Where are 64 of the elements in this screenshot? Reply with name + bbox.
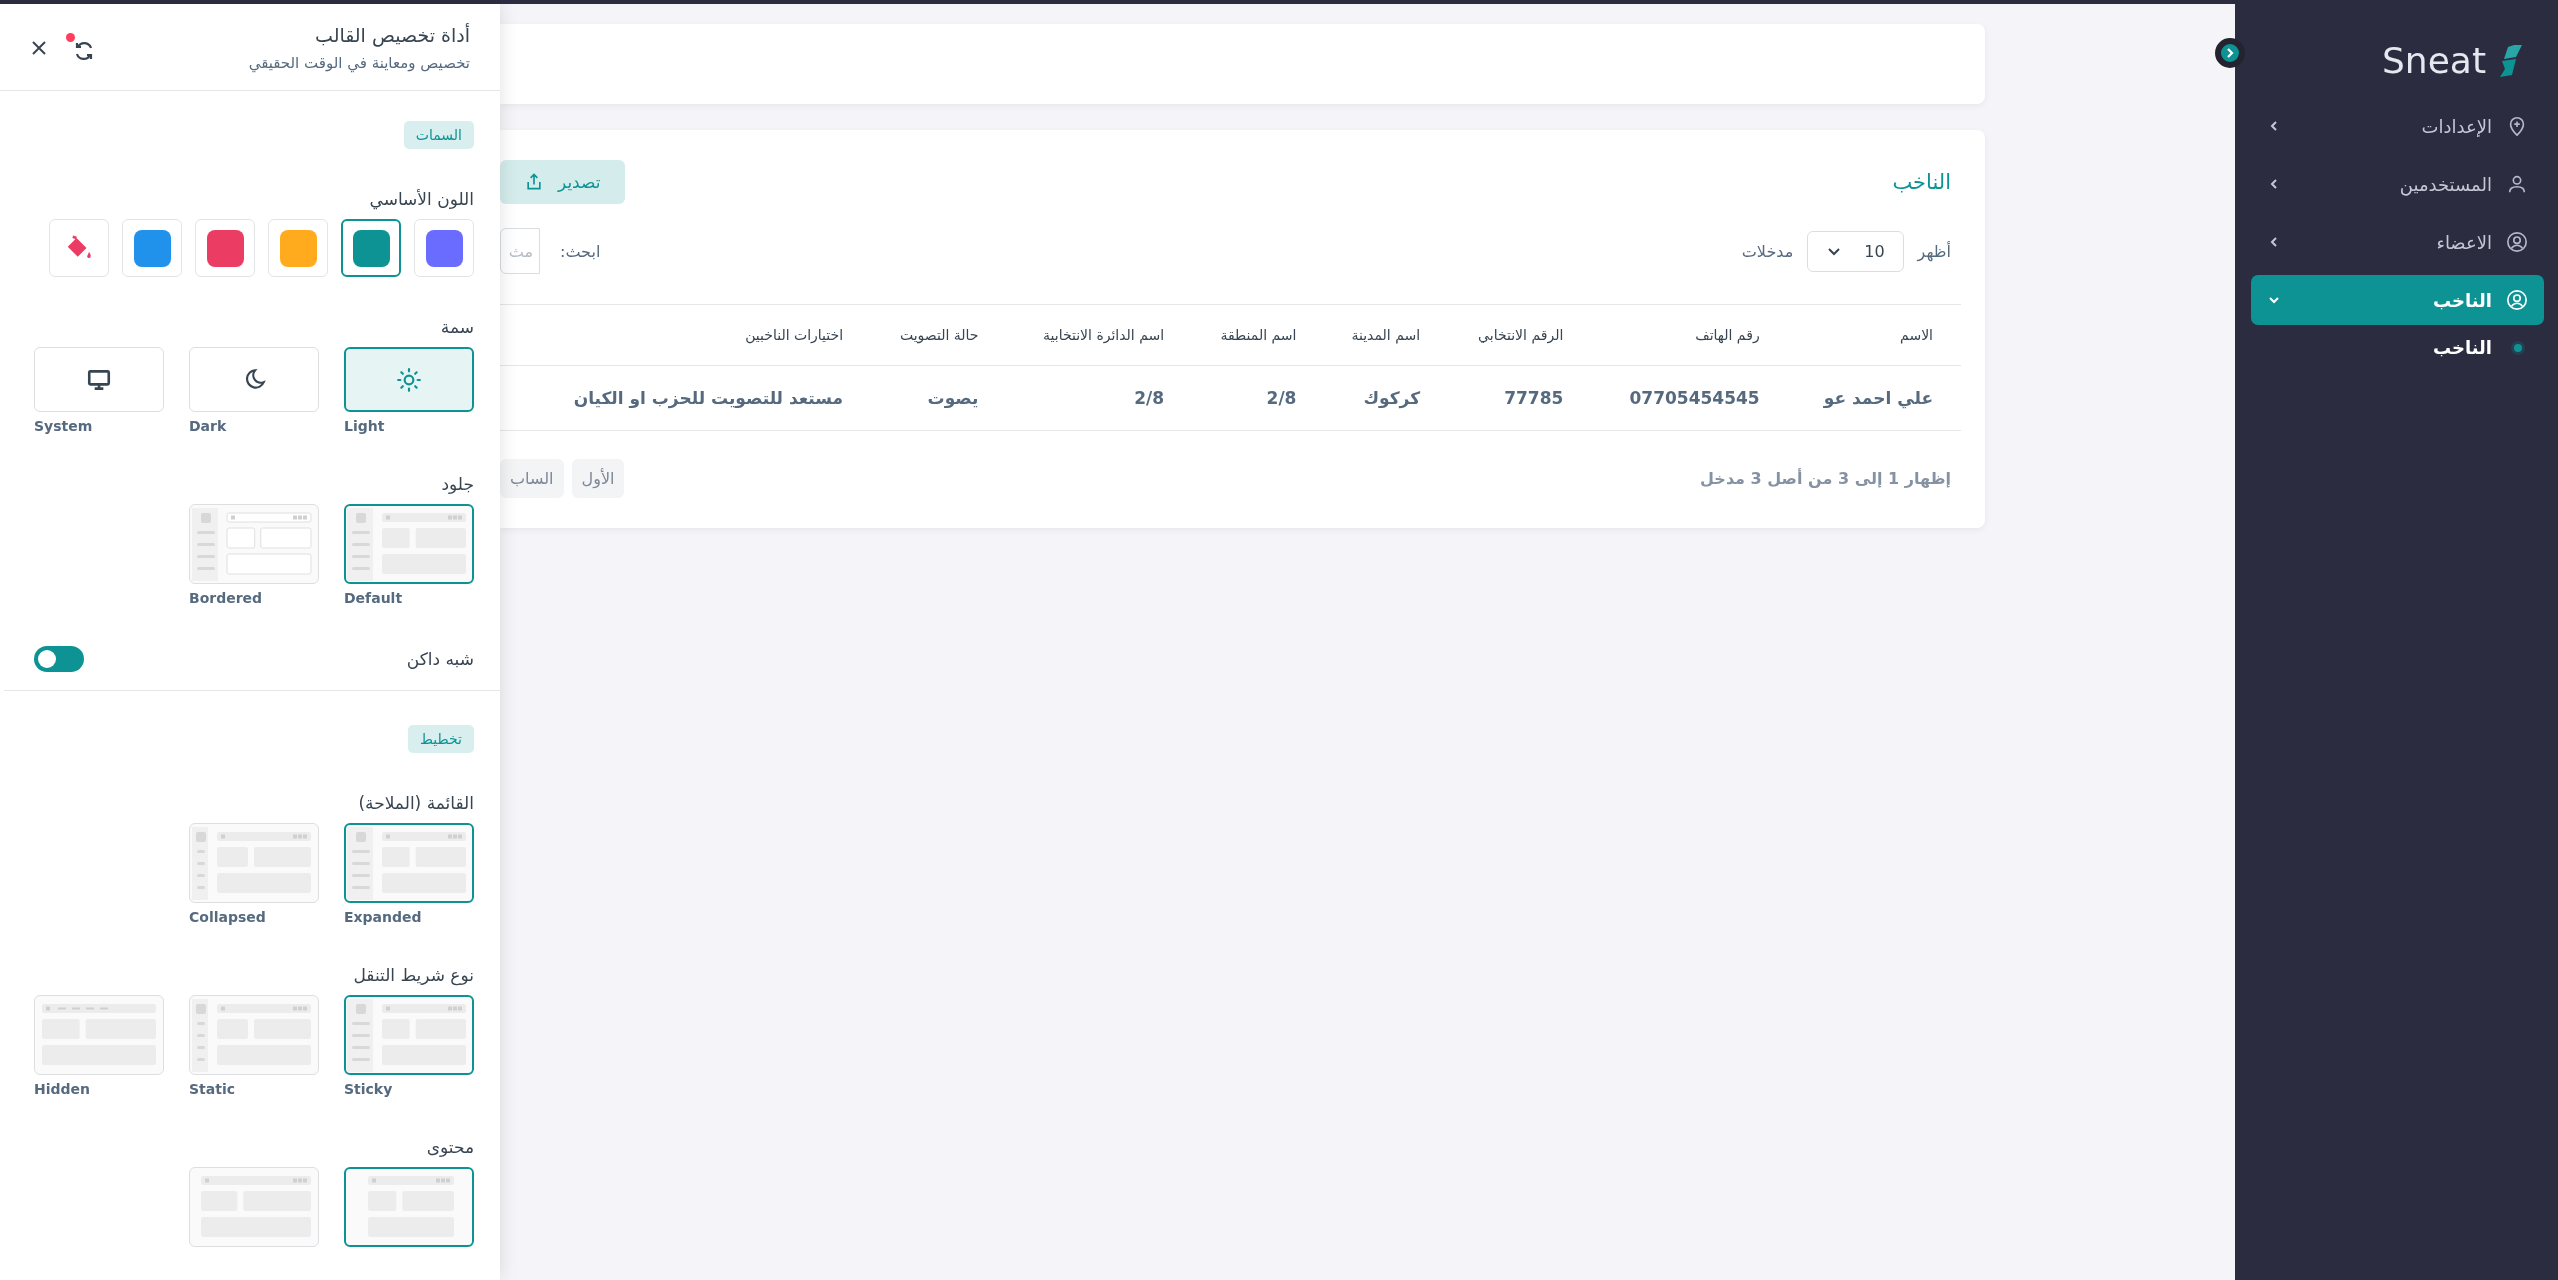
option-label: Dark — [189, 418, 227, 434]
group-label: نوع شريط التنقل — [352, 965, 474, 985]
table-cell: كركوك — [1314, 365, 1439, 431]
column-header: اسم المنطقة — [1182, 304, 1315, 366]
group-label: جلود — [440, 474, 474, 494]
search-field[interactable]: مث — [500, 228, 540, 274]
logo-text: Sneat — [2382, 40, 2486, 81]
switch-knob[interactable] — [38, 650, 56, 668]
menu-item[interactable]: المستخدمين — [2251, 159, 2544, 209]
user-icon — [2506, 173, 2528, 195]
group-label: محتوى — [425, 1137, 474, 1157]
option-label: Bordered — [189, 590, 263, 606]
close-button[interactable] — [30, 39, 48, 57]
column-header: حالة التصويت — [861, 304, 997, 366]
user-circle-icon — [2506, 289, 2528, 311]
column-header: اسم المدينة — [1314, 304, 1439, 366]
color-option[interactable] — [341, 219, 401, 277]
panel-title: أداة تخصيص القالب — [314, 24, 470, 46]
section-badge: السمات — [403, 121, 474, 149]
theme-option[interactable] — [344, 347, 474, 412]
menu-item[interactable]: الإعدادات — [2251, 101, 2544, 151]
notification-dot — [66, 33, 75, 42]
table-cell: يصوت — [861, 365, 997, 431]
column-header: الاسم — [1777, 304, 1961, 366]
table-cell: 2/8 — [1182, 365, 1315, 431]
table-cell: مستعد للتصويت للحزب او الكيان — [500, 365, 862, 431]
entries-label: مدخلات — [1741, 241, 1794, 261]
card-title: الناخب — [1892, 170, 1951, 194]
toggle-switch[interactable] — [34, 646, 84, 672]
option-label: Collapsed — [189, 909, 266, 925]
switch-label: شبه داكن — [406, 649, 474, 669]
close-icon — [30, 39, 48, 57]
menu-item[interactable]: الناخب — [2251, 275, 2544, 325]
group-label: القائمة (الملاحة) — [357, 793, 474, 813]
section-badge: تخطيط — [408, 725, 474, 753]
column-header: الرقم الانتخابي — [1438, 304, 1582, 366]
share-icon — [524, 172, 544, 192]
column-header: اسم الدائرة الانتخابية — [996, 304, 1183, 366]
page-size-select[interactable]: 10 — [1807, 230, 1904, 272]
show-label: أظهر — [1917, 241, 1951, 261]
group-label: اللون الأساسي — [368, 189, 474, 209]
panel-subtitle: تخصيص ومعاينة في الوقت الحقيقي — [248, 54, 470, 72]
table-cell: 77785 — [1438, 365, 1582, 431]
menu-item[interactable]: الاعضاء — [2251, 217, 2544, 267]
sun-icon — [396, 366, 422, 393]
option-label: Hidden — [34, 1081, 91, 1097]
group-label: سمة — [439, 317, 474, 337]
user-circle-icon — [2506, 231, 2528, 253]
column-header: رقم الهاتف — [1581, 304, 1778, 366]
column-header: اختيارات الناخبين — [500, 304, 862, 366]
collapse-button[interactable] — [2215, 38, 2245, 68]
submenu-item[interactable]: الناخب — [2251, 333, 2544, 362]
option-label: Sticky — [344, 1081, 393, 1097]
option-label: System — [34, 418, 93, 434]
table-cell: علي احمد عو — [1777, 365, 1961, 431]
table-cell: 07705454545 — [1581, 365, 1778, 431]
search-label: ابحث: — [560, 241, 601, 261]
option-label: Default — [344, 590, 403, 606]
option-label: Expanded — [344, 909, 422, 925]
table-info: إظهار 1 إلى 3 من أصل 3 مدخل — [1700, 469, 1951, 488]
option-label: Static — [189, 1081, 235, 1097]
chevron-right-icon — [2224, 47, 2236, 59]
table-cell: 2/8 — [996, 365, 1183, 431]
option-label: Light — [344, 418, 385, 434]
